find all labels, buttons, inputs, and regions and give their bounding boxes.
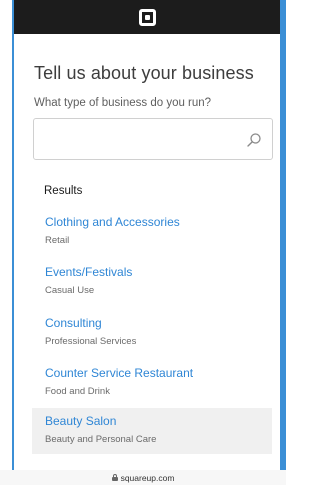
result-category: Beauty and Personal Care [45, 434, 157, 445]
url-text: squareup.com [120, 472, 175, 483]
top-header [14, 0, 280, 34]
right-rail [280, 0, 286, 470]
page-title: Tell us about your business [34, 63, 254, 83]
result-item-events-festivals[interactable]: Events/Festivals Casual Use [32, 259, 272, 305]
result-name[interactable]: Counter Service Restaurant [45, 366, 193, 380]
result-name[interactable]: Clothing and Accessories [45, 215, 180, 229]
search-icon[interactable] [246, 132, 262, 148]
result-name[interactable]: Events/Festivals [45, 265, 132, 279]
lock-icon [111, 474, 118, 481]
business-type-question: What type of business do you run? [34, 97, 212, 109]
results-heading: Results [44, 185, 83, 197]
main-content: Tell us about your business What type of… [16, 34, 280, 470]
url-display[interactable]: squareup.com [111, 472, 175, 483]
result-item-beauty-salon[interactable]: Beauty Salon Beauty and Personal Care [32, 408, 272, 454]
square-logo-icon[interactable] [138, 8, 156, 26]
result-category: Food and Drink [45, 386, 110, 397]
browser-url-bar[interactable]: squareup.com [0, 470, 286, 485]
left-rail [0, 0, 14, 470]
result-category: Casual Use [45, 285, 95, 296]
result-category: Retail [45, 235, 70, 246]
logo-inner-square [144, 14, 150, 20]
result-item-consulting[interactable]: Consulting Professional Services [32, 310, 272, 356]
search-input[interactable] [42, 129, 242, 149]
result-name[interactable]: Beauty Salon [45, 414, 116, 428]
app-frame: Tell us about your business What type of… [0, 0, 286, 485]
result-item-counter-service-restaurant[interactable]: Counter Service Restaurant Food and Drin… [32, 360, 272, 406]
business-type-search-field[interactable] [33, 118, 273, 160]
result-item-clothing-and-accessories[interactable]: Clothing and Accessories Retail [32, 209, 272, 255]
result-name[interactable]: Consulting [45, 316, 102, 330]
result-category: Professional Services [45, 336, 137, 347]
